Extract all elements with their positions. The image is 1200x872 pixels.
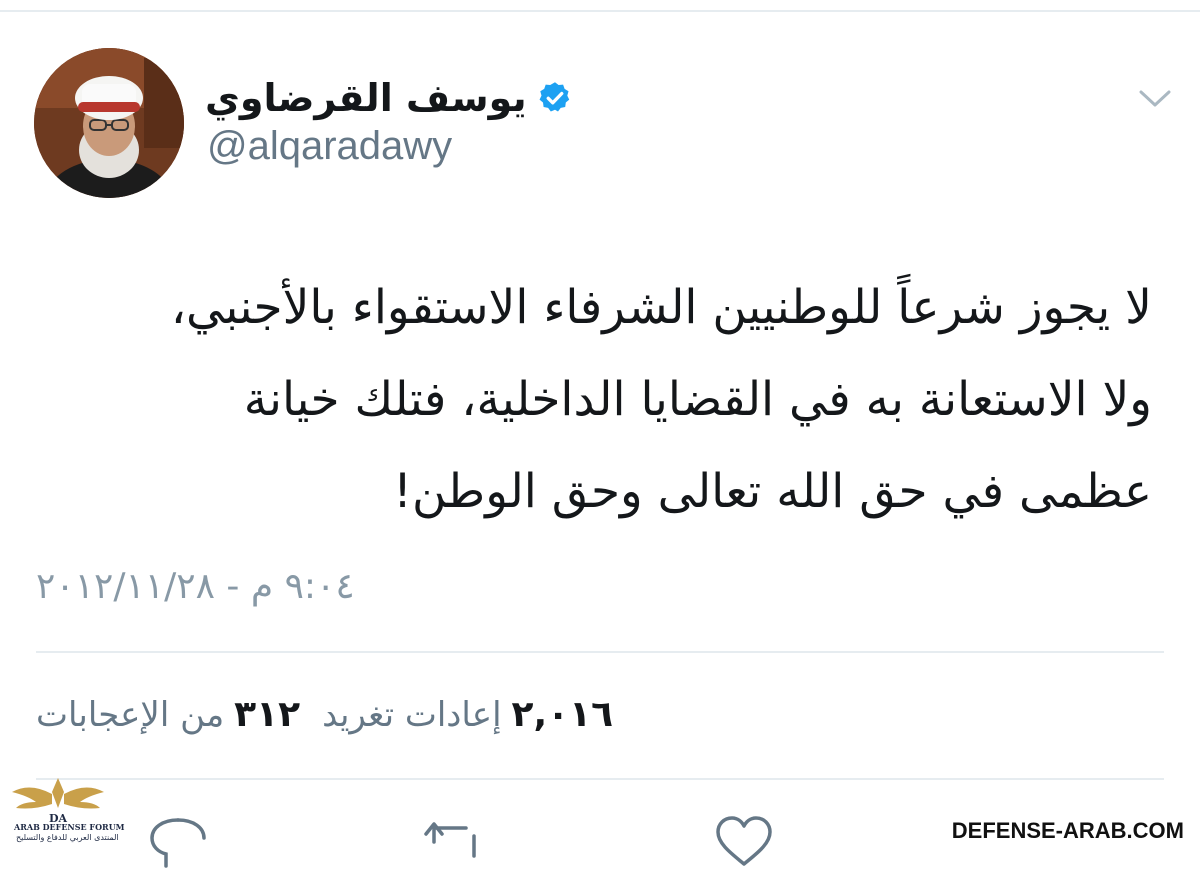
avatar[interactable] — [34, 48, 184, 198]
retweets-count: ٢,٠١٦ — [511, 694, 614, 735]
author-name-row: يوسف القرضاوي — [205, 70, 573, 126]
forum-logo-text: ARAB DEFENSE FORUM — [14, 822, 125, 832]
likes-label: من الإعجابات — [36, 695, 225, 735]
site-watermark: DEFENSE-ARAB.COM — [945, 816, 1190, 846]
display-name[interactable]: يوسف القرضاوي — [205, 76, 527, 120]
divider — [36, 778, 1164, 780]
divider — [36, 651, 1164, 653]
retweet-icon[interactable] — [422, 812, 486, 872]
author-handle[interactable]: @alqaradawy — [207, 124, 452, 169]
retweets-stat[interactable]: ٢,٠١٦ إعادات تغريد — [322, 694, 613, 735]
tweet-text-line: عظمى في حق الله تعالى وحق الوطن! — [393, 464, 1152, 519]
reply-icon[interactable] — [146, 812, 210, 872]
retweets-label: إعادات تغريد — [322, 695, 502, 735]
tweet-text-line: ولا الاستعانة به في القضايا الداخلية، فت… — [243, 372, 1152, 427]
likes-stat[interactable]: ٣١٢ من الإعجابات — [36, 694, 300, 735]
likes-count: ٣١٢ — [234, 694, 301, 735]
verified-badge-icon — [537, 80, 573, 116]
tweet-text: لا يجوز شرعاً للوطنيين الشرفاء الاستقواء… — [32, 262, 1152, 538]
profile-photo — [34, 48, 184, 198]
forum-logo-subtitle: المنتدى العربي للدفاع والتسليح — [16, 833, 119, 842]
chevron-down-icon[interactable] — [1135, 84, 1175, 112]
tweet-timestamp[interactable]: ٩:٠٤ م - ٢٠١٢/١١/٢٨ — [36, 566, 396, 607]
heart-icon[interactable] — [712, 812, 776, 872]
tweet-stats: ٣١٢ من الإعجابات ٢,٠١٦ إعادات تغريد — [36, 694, 613, 735]
tweet-card: يوسف القرضاوي @alqaradawy لا يجوز شرعاً … — [0, 0, 1200, 868]
tweet-text-line: لا يجوز شرعاً للوطنيين الشرفاء الاستقواء… — [170, 280, 1152, 335]
